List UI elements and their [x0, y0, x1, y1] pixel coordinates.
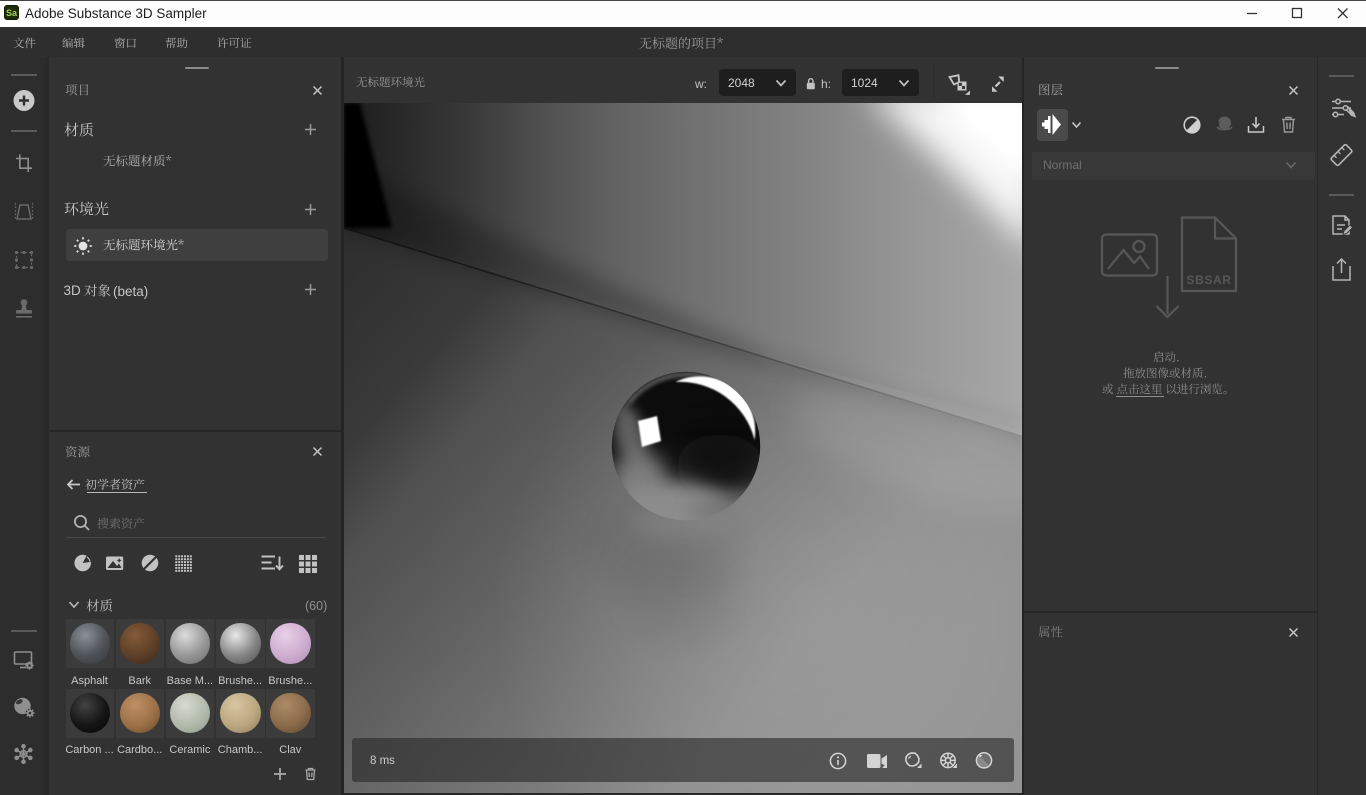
svg-text:SBSAR: SBSAR	[1186, 273, 1231, 287]
